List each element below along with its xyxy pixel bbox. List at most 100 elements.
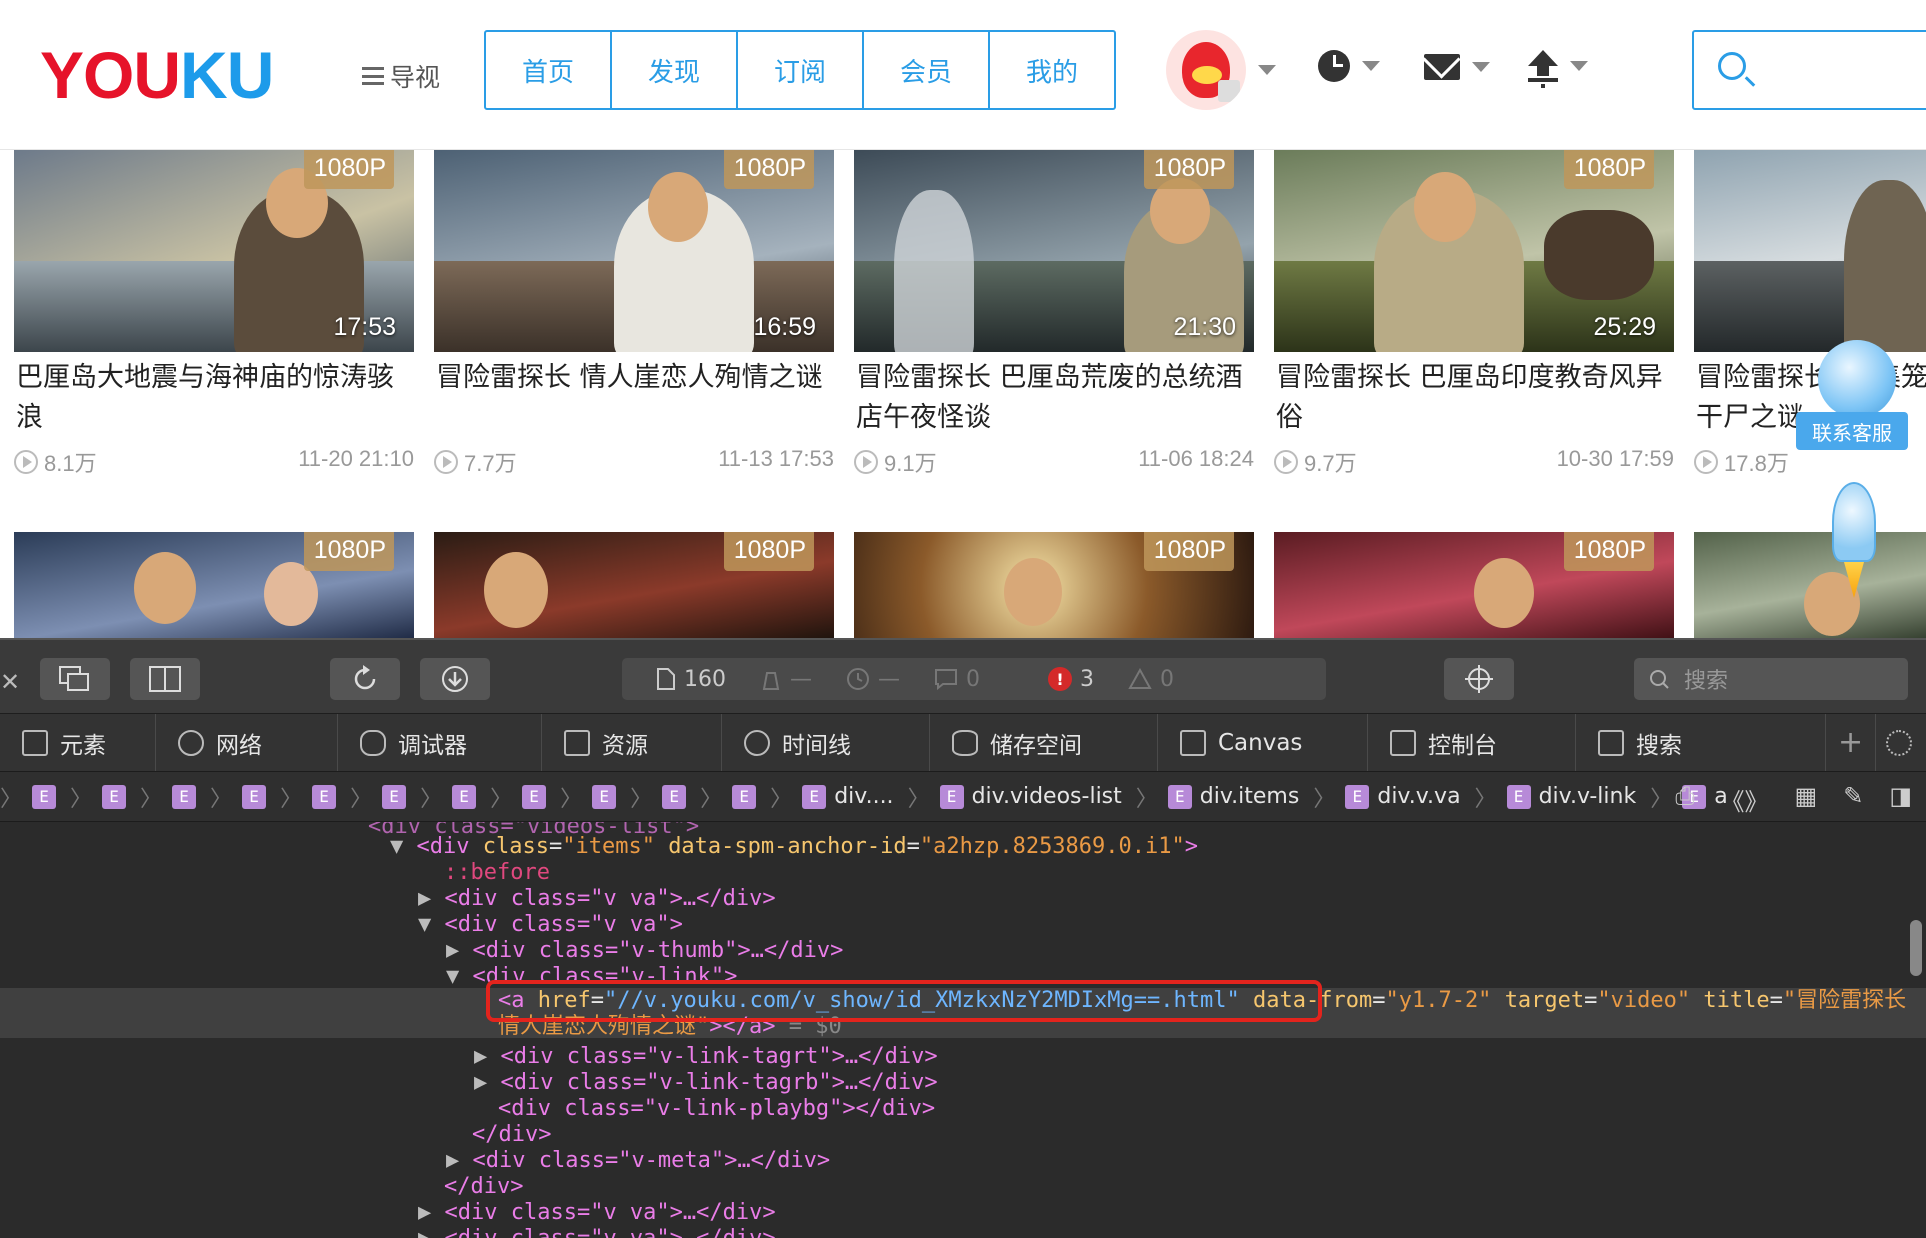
dom-node-line[interactable]: ▼ <div class="v va"> [0, 912, 1926, 938]
user-menu[interactable] [1166, 30, 1276, 110]
tab-console[interactable]: 控制台 [1368, 714, 1576, 771]
detach-button[interactable] [40, 658, 110, 700]
nav-tab-vip[interactable]: 会员 [864, 32, 990, 108]
video-thumbnail[interactable]: 1080P [1274, 532, 1674, 640]
video-title[interactable]: 冒险雷探长 巴厘岛印度教奇风异俗 [1276, 358, 1676, 438]
breadcrumb-item[interactable]: E [732, 784, 757, 809]
dom-node-line[interactable]: ▶ <div class="v va">…</div> [0, 1226, 1926, 1238]
video-thumbnail[interactable]: 1080P [854, 532, 1254, 640]
add-tab-button[interactable]: + [1826, 714, 1876, 771]
breadcrumb-item[interactable]: Ediv.videos-list [939, 784, 1122, 809]
dom-node-line[interactable]: ▶ <div class="v-thumb">…</div> [0, 938, 1926, 964]
brush-icon[interactable]: ✎ [1843, 782, 1863, 817]
print-icon[interactable]: ⎙ [1675, 782, 1694, 817]
element-icon: E [592, 784, 617, 809]
close-icon[interactable]: ✕ [0, 668, 20, 696]
breadcrumb-item[interactable]: E [102, 784, 127, 809]
inspect-element-button[interactable] [1444, 658, 1514, 700]
menu-icon [362, 67, 384, 85]
video-thumbnail[interactable]: 1080P 25:29 [1274, 150, 1674, 352]
breadcrumb-item[interactable]: E [382, 784, 407, 809]
breadcrumb-item[interactable]: E [662, 784, 687, 809]
breadcrumb-item[interactable]: Ediv.... [802, 784, 894, 809]
video-meta: 7.7万 11-13 17:53 [434, 446, 834, 478]
load-time[interactable]: — [846, 667, 900, 692]
tab-debugger[interactable]: 调试器 [338, 714, 542, 771]
breadcrumb-item[interactable]: Ediv.v.va [1345, 784, 1461, 809]
tab-search[interactable]: 搜索 [1576, 714, 1826, 771]
network-icon [178, 729, 204, 756]
download-button[interactable] [420, 658, 490, 700]
dom-node-line[interactable]: ▶ <div class="v-meta">…</div> [0, 1148, 1926, 1174]
breadcrumb-item[interactable]: E [592, 784, 617, 809]
sidebar-toggle-icon[interactable]: ◨ [1889, 782, 1912, 817]
nav-tab-mine[interactable]: 我的 [990, 32, 1114, 108]
element-icon: E [102, 784, 127, 809]
tab-storage[interactable]: 储存空间 [930, 714, 1158, 771]
weight-icon [762, 672, 780, 690]
dom-node-line[interactable]: ▶ <div class="v-link-tagrt">…</div> [0, 1044, 1926, 1070]
video-title[interactable]: 冒险雷探长 情人崖恋人殉情之谜 [436, 358, 836, 398]
dom-node-line[interactable]: ▼ <div class="items" data-spm-anchor-id=… [0, 834, 1926, 860]
dom-node-line[interactable]: </div> [0, 1174, 1926, 1200]
breadcrumb-item[interactable]: E [32, 784, 57, 809]
tab-network[interactable]: 网络 [156, 714, 338, 771]
scrollbar-thumb[interactable] [1910, 920, 1922, 976]
tab-timelines[interactable]: 时间线 [722, 714, 930, 771]
video-thumbnail[interactable]: 1080P 16:59 [434, 150, 834, 352]
back-to-top-button[interactable] [1824, 482, 1884, 602]
dom-node-line[interactable]: ::before [0, 860, 1926, 886]
messages-menu[interactable] [1424, 54, 1490, 80]
error-count[interactable]: ! 3 [1014, 667, 1094, 692]
elements-icon [22, 729, 48, 756]
reload-button[interactable] [330, 658, 400, 700]
video-title[interactable]: 冒险雷探长 巴厘岛荒废的总统酒店午夜怪谈 [856, 358, 1256, 438]
tab-resources[interactable]: 资源 [542, 714, 722, 771]
dock-side-button[interactable] [130, 658, 200, 700]
publish-date: 11-06 18:24 [1138, 446, 1254, 471]
log-count[interactable]: 0 [934, 667, 980, 692]
history-menu[interactable] [1318, 50, 1380, 82]
video-thumbnail[interactable] [1694, 150, 1926, 352]
breadcrumb-item[interactable]: Ediv.items [1167, 784, 1299, 809]
inspector-search-input[interactable]: 搜索 [1634, 658, 1908, 700]
search-input[interactable] [1692, 30, 1926, 110]
tab-canvas[interactable]: Canvas [1158, 714, 1368, 771]
video-title[interactable]: 巴厘岛大地震与海神庙的惊涛骇浪 [16, 358, 416, 438]
video-thumbnail[interactable]: 1080P [434, 532, 834, 640]
reload-icon [354, 665, 376, 690]
dom-node-line[interactable]: ▶ <div class="v-link-tagrb">…</div> [0, 1070, 1926, 1096]
breadcrumb-item[interactable]: E [172, 784, 197, 809]
site-header: YOUKU 导视 首页 发现 订阅 会员 我的 [0, 0, 1926, 150]
dom-node-line[interactable]: <div class="v-link-playbg"></div> [0, 1096, 1926, 1122]
video-thumbnail[interactable]: 1080P [14, 532, 414, 640]
document-icon [657, 668, 675, 690]
settings-button[interactable] [1876, 714, 1926, 771]
publish-date: 10-30 17:59 [1556, 446, 1674, 471]
video-thumbnail[interactable]: 1080P 21:30 [854, 150, 1254, 352]
size-counter[interactable]: — [760, 667, 812, 692]
customer-service-button[interactable]: 联系客服 [1796, 340, 1908, 452]
nav-tab-home[interactable]: 首页 [486, 32, 612, 108]
breadcrumb-item[interactable]: E [312, 784, 337, 809]
resource-count[interactable]: 160 [656, 667, 726, 692]
youku-logo[interactable]: YOUKU [40, 42, 274, 108]
tab-elements[interactable]: 元素 [0, 714, 156, 771]
breadcrumb-item[interactable]: E [522, 784, 547, 809]
video-thumbnail[interactable] [1694, 532, 1926, 640]
grid-icon[interactable]: ▦ [1795, 782, 1818, 817]
code-icon[interactable]: 《》 [1721, 782, 1769, 817]
dom-node-line[interactable]: ▶ <div class="v va">…</div> [0, 1200, 1926, 1226]
dom-node-line[interactable]: ▶ <div class="v va">…</div> [0, 886, 1926, 912]
nav-tab-subscribe[interactable]: 订阅 [738, 32, 864, 108]
nav-tab-discover[interactable]: 发现 [612, 32, 738, 108]
guide-menu[interactable]: 导视 [362, 58, 440, 94]
dom-node-line[interactable]: </div> [0, 1122, 1926, 1148]
video-thumbnail[interactable]: 1080P 17:53 [14, 150, 414, 352]
inspector-tabs: 元素 网络 调试器 资源 时间线 储存空间 Canvas 控制台 搜索 + [0, 714, 1926, 772]
upload-menu[interactable] [1528, 50, 1588, 82]
warning-count[interactable]: 0 [1128, 667, 1174, 692]
breadcrumb-item[interactable]: E [242, 784, 267, 809]
breadcrumb-item[interactable]: E [452, 784, 477, 809]
breadcrumb-item[interactable]: Ediv.v-link [1506, 784, 1636, 809]
